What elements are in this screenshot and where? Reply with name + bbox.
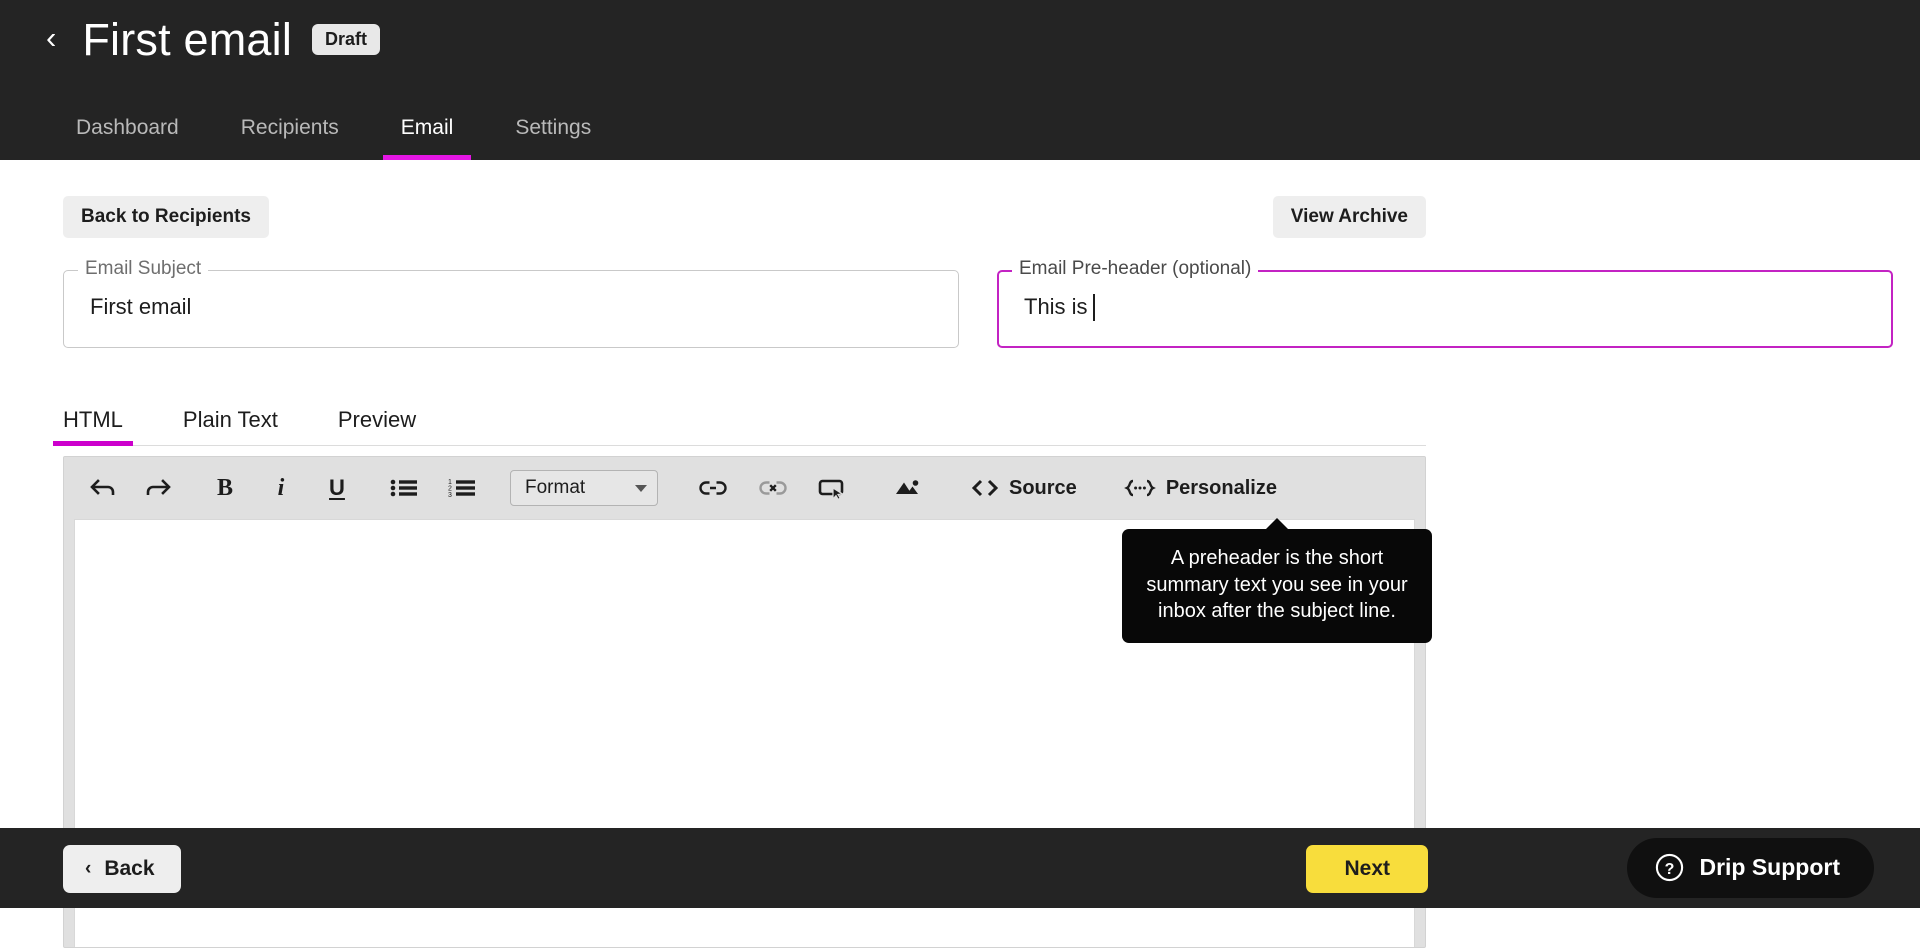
nav-tab-recipients[interactable]: Recipients [241, 117, 339, 160]
email-preheader-value[interactable]: This is [1024, 294, 1095, 321]
source-label: Source [1009, 478, 1077, 498]
drip-support-button[interactable]: ? Drip Support [1627, 838, 1874, 898]
format-dropdown-label: Format [525, 477, 585, 499]
email-preheader-label: Email Pre-header (optional) [1012, 259, 1258, 278]
personalize-label: Personalize [1166, 478, 1277, 498]
primary-nav: Dashboard Recipients Email Settings [76, 104, 591, 160]
text-caret [1093, 294, 1095, 321]
footer-bar: ‹ Back Next ? Drip Support [0, 828, 1920, 908]
view-archive-button[interactable]: View Archive [1273, 196, 1426, 238]
email-preheader-text: This is [1024, 294, 1088, 320]
back-chevron-icon[interactable]: ‹ [44, 20, 62, 59]
top-actions-row: Back to Recipients [63, 196, 1426, 238]
back-to-recipients-button[interactable]: Back to Recipients [63, 196, 269, 238]
tab-html[interactable]: HTML [63, 409, 123, 445]
email-subject-box [63, 270, 959, 348]
email-subject-field[interactable]: Email Subject First email [63, 270, 959, 348]
source-button[interactable]: Source [964, 469, 1083, 507]
footer-back-label: Back [104, 858, 154, 879]
svg-text:?: ? [1665, 861, 1675, 878]
image-icon[interactable] [888, 469, 930, 507]
personalize-button[interactable]: Personalize [1117, 469, 1283, 507]
insert-button-icon[interactable] [812, 469, 854, 507]
footer-next-button[interactable]: Next [1306, 845, 1428, 893]
email-preheader-field[interactable]: Email Pre-header (optional) This is [997, 270, 1893, 348]
italic-button[interactable]: i [262, 469, 300, 507]
merge-tag-icon [1123, 478, 1157, 498]
undo-icon[interactable] [84, 469, 122, 507]
title-row: ‹ First email Draft [44, 8, 380, 70]
editor-toolbar: B i U [64, 457, 1425, 519]
nav-tab-dashboard[interactable]: Dashboard [76, 117, 179, 160]
bold-button[interactable]: B [206, 469, 244, 507]
email-preheader-box [997, 270, 1893, 348]
email-subject-text: First email [90, 294, 191, 320]
underline-button[interactable]: U [318, 469, 356, 507]
main-content: Back to Recipients View Archive Email Su… [0, 160, 1920, 828]
fields-row: Email Subject First email Email Pre-head… [63, 270, 1893, 348]
link-icon[interactable] [692, 469, 734, 507]
editor-tabs: HTML Plain Text Preview [63, 388, 1426, 446]
chevron-left-icon: ‹ [85, 859, 91, 878]
view-archive-wrap: View Archive [1273, 196, 1426, 238]
bold-label: B [217, 475, 233, 502]
question-circle-icon: ? [1655, 853, 1684, 882]
drip-support-label: Drip Support [1699, 856, 1840, 879]
app-header: ‹ First email Draft Dashboard Recipients… [0, 0, 1920, 160]
bulleted-list-icon[interactable] [384, 469, 424, 507]
code-brackets-icon [970, 478, 1000, 498]
email-subject-value[interactable]: First email [90, 294, 191, 320]
nav-tab-email[interactable]: Email [401, 117, 454, 160]
preheader-tooltip: A preheader is the short summary text yo… [1122, 529, 1432, 643]
italic-label: i [278, 475, 285, 502]
redo-icon[interactable] [140, 469, 178, 507]
footer-back-button[interactable]: ‹ Back [63, 845, 181, 893]
nav-tab-settings[interactable]: Settings [515, 117, 591, 160]
chevron-down-icon [635, 485, 647, 492]
status-badge: Draft [312, 24, 380, 55]
format-dropdown[interactable]: Format [510, 470, 658, 506]
tab-preview[interactable]: Preview [338, 409, 416, 445]
tab-plain-text[interactable]: Plain Text [183, 409, 278, 445]
underline-label: U [329, 475, 345, 501]
unlink-icon[interactable] [752, 469, 794, 507]
page-title: First email [82, 17, 292, 62]
svg-text:3: 3 [448, 492, 452, 499]
email-subject-label: Email Subject [78, 259, 208, 278]
numbered-list-icon[interactable]: 1 2 3 [442, 469, 482, 507]
